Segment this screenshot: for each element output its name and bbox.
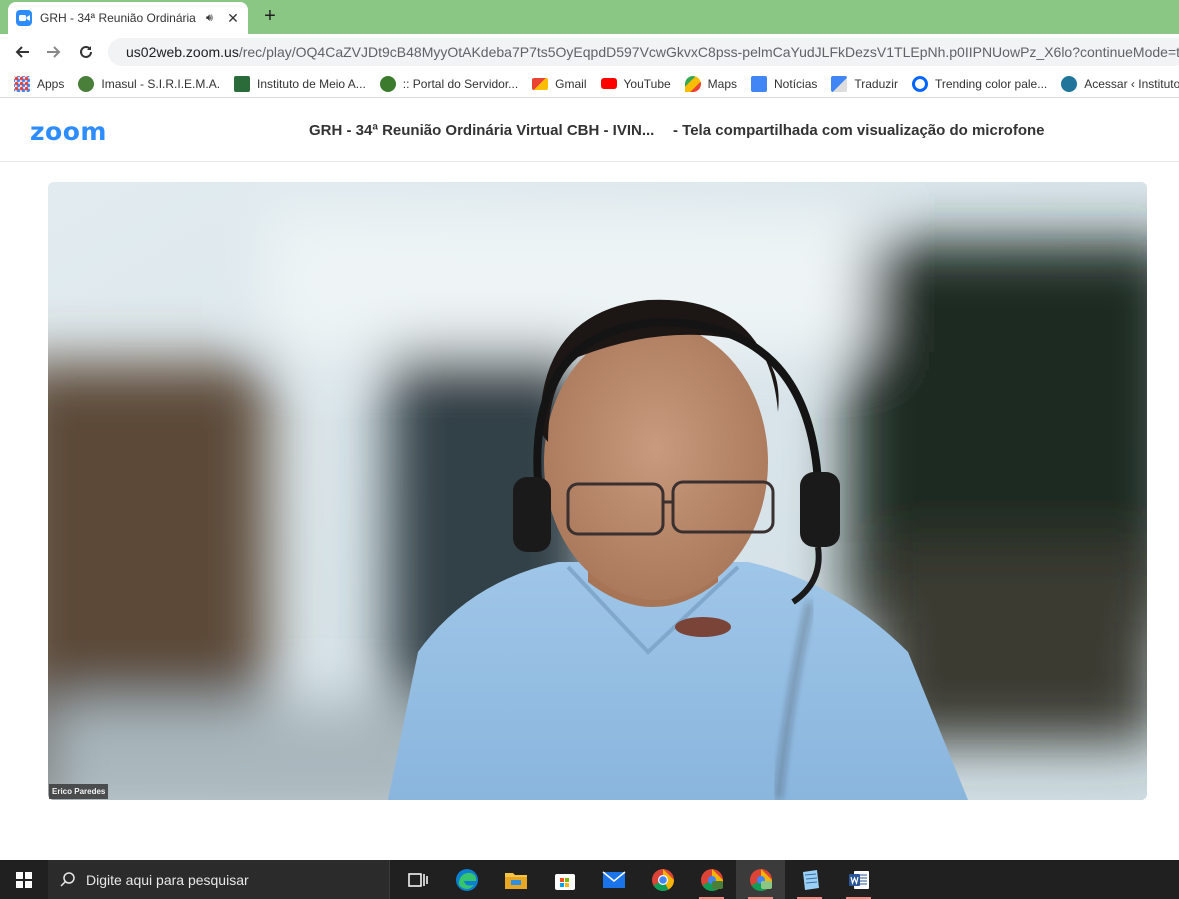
- bookmark-wordpress[interactable]: Acessar ‹ Instituto: [1061, 75, 1179, 92]
- windows-taskbar: Digite aqui para pesquisar: [0, 860, 1179, 899]
- url-path: /rec/play/OQ4CaZVJDt9cB48MyyOtAKdeba7P7t…: [238, 44, 1179, 60]
- zoom-favicon-icon: [16, 10, 32, 26]
- address-bar[interactable]: us02web.zoom.us/rec/play/OQ4CaZVJDt9cB48…: [108, 38, 1179, 66]
- bookmark-imasul[interactable]: Imasul - S.I.R.I.E.M.A.: [78, 75, 220, 92]
- bookmark-coolors[interactable]: Trending color pale...: [911, 75, 1047, 92]
- browser-tab-bar: GRH - 34ª Reunião Ordinária 🔊︎ ✕ +: [0, 0, 1179, 34]
- mail-icon[interactable]: [589, 860, 638, 899]
- youtube-icon: [600, 78, 617, 89]
- file-explorer-icon[interactable]: [491, 860, 540, 899]
- tab-title: GRH - 34ª Reunião Ordinária: [40, 11, 196, 25]
- chrome-profile-icon[interactable]: [736, 860, 785, 899]
- recording-view-mode: - Tela compartilhada com visualização do…: [673, 122, 1045, 139]
- bookmark-youtube[interactable]: YouTube: [600, 77, 671, 91]
- chrome-profile-icon[interactable]: [687, 860, 736, 899]
- video-frame: [48, 182, 1147, 800]
- browser-tab[interactable]: GRH - 34ª Reunião Ordinária 🔊︎ ✕: [8, 2, 248, 34]
- maps-icon: [684, 75, 701, 92]
- speaker-icon[interactable]: 🔊︎: [206, 12, 220, 25]
- store-icon[interactable]: [540, 860, 589, 899]
- url-host: us02web.zoom.us: [126, 44, 239, 60]
- news-icon: [751, 75, 768, 92]
- notepad-icon[interactable]: [785, 860, 834, 899]
- coolors-icon: [911, 75, 928, 92]
- task-view-icon[interactable]: [393, 860, 442, 899]
- arrow-right-icon[interactable]: [38, 36, 70, 68]
- plus-icon[interactable]: +: [259, 6, 281, 28]
- wordpress-icon: [1061, 75, 1078, 92]
- edge-icon[interactable]: [442, 860, 491, 899]
- participant-name-label: Erico Paredes: [49, 784, 109, 799]
- bookmark-translate[interactable]: Traduzir: [831, 75, 898, 92]
- bookmark-instituto[interactable]: Instituto de Meio A...: [234, 75, 366, 92]
- chrome-icon[interactable]: [638, 860, 687, 899]
- search-icon: [60, 871, 75, 887]
- browser-toolbar: us02web.zoom.us/rec/play/OQ4CaZVJDt9cB48…: [0, 34, 1179, 70]
- bookmark-maps[interactable]: Maps: [684, 75, 737, 92]
- imasul-icon: [78, 75, 95, 92]
- gmail-icon: [532, 77, 549, 90]
- windows-start-icon[interactable]: [0, 860, 48, 899]
- translate-icon: [831, 75, 848, 92]
- close-icon[interactable]: ✕: [226, 10, 240, 27]
- taskbar-search-box[interactable]: Digite aqui para pesquisar: [48, 860, 390, 899]
- bookmark-apps[interactable]: Apps: [14, 75, 64, 92]
- meeting-title: GRH - 34ª Reunião Ordinária Virtual CBH …: [309, 122, 655, 139]
- instituto-icon: [234, 75, 251, 92]
- bookmark-news[interactable]: Notícias: [751, 75, 817, 92]
- bookmark-portal[interactable]: :: Portal do Servidor...: [379, 75, 518, 92]
- bookmarks-bar: Apps Imasul - S.I.R.I.E.M.A. Instituto d…: [0, 70, 1179, 98]
- zoom-header: zoom GRH - 34ª Reunião Ordinária Virtual…: [0, 100, 1179, 162]
- portal-icon: [379, 75, 396, 92]
- recording-video[interactable]: [48, 182, 1147, 800]
- reload-icon[interactable]: [70, 36, 102, 68]
- arrow-left-icon[interactable]: [6, 36, 38, 68]
- bookmark-gmail[interactable]: Gmail: [532, 77, 587, 91]
- search-placeholder: Digite aqui para pesquisar: [86, 871, 249, 888]
- zoom-logo[interactable]: zoom: [30, 117, 107, 146]
- apps-grid-icon: [14, 75, 30, 92]
- word-icon[interactable]: [834, 860, 883, 899]
